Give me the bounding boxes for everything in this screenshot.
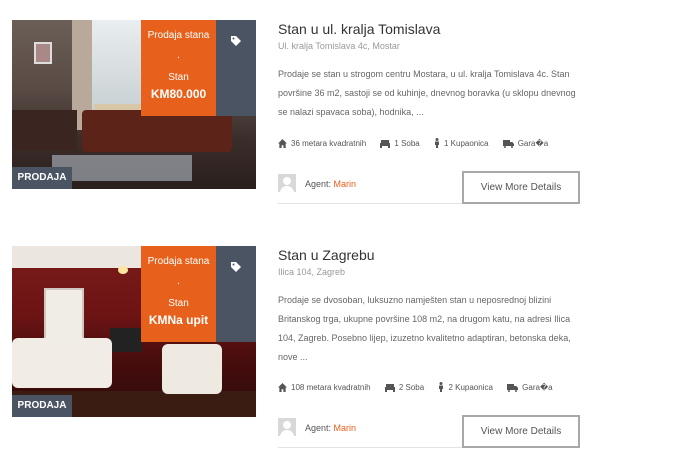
agent-name-link[interactable]: Marin [334, 423, 357, 433]
agent-label: Agent: [305, 423, 332, 433]
listing-address: Ilica 104, Zagreb [278, 267, 346, 277]
tag-icon [231, 36, 241, 46]
property-photo[interactable]: Prodaja stana . Stan KM80.000 PRODAJA [12, 20, 256, 189]
home-icon [278, 139, 287, 148]
status-badge: PRODAJA [12, 167, 72, 189]
feature-area: 108 metara kvadratnih [278, 383, 371, 392]
agent-info: Agent: Marin [305, 423, 356, 433]
bed-icon [380, 140, 391, 148]
listing-title[interactable]: Stan u Zagrebu [278, 246, 582, 264]
property-price: KMNa upit [148, 313, 209, 327]
listing-info: Stan u Zagrebu Ilica 104, Zagreb Prodaje… [278, 246, 582, 448]
feature-rooms: 1 Soba [380, 139, 420, 148]
features-row: 36 metara kvadratnih 1 Soba 1 Kupaonica … [278, 138, 560, 148]
property-photo[interactable]: Prodaja stana . Stan KMNa upit PRODAJA [12, 246, 256, 417]
agent-name-link[interactable]: Marin [334, 179, 357, 189]
feature-area-label: 36 metara kvadratnih [291, 139, 367, 148]
listing-type: Prodaja stana [147, 30, 210, 41]
agent-row: Agent: Marin View More Details [278, 171, 580, 204]
feature-garage: Gara�a [502, 139, 549, 148]
property-price: KM80.000 [150, 87, 207, 101]
feature-baths: 1 Kupaonica [434, 138, 488, 148]
feature-garage-label: Gara�a [522, 383, 553, 392]
feature-rooms: 2 Soba [384, 383, 425, 392]
truck-icon [507, 384, 519, 392]
ribbon-separator: . [177, 50, 180, 61]
tag-icon [231, 262, 241, 272]
tag-button[interactable] [216, 20, 256, 116]
property-category: Stan [168, 72, 189, 83]
tag-button[interactable] [216, 246, 256, 342]
feature-baths-label: 2 Kupaonica [448, 383, 493, 392]
home-icon [278, 383, 287, 392]
avatar [278, 418, 296, 436]
feature-baths-label: 1 Kupaonica [443, 139, 489, 148]
person-icon [434, 138, 439, 148]
features-row: 108 metara kvadratnih 2 Soba 2 Kupaonica… [278, 382, 565, 392]
listing-address: Ul. kralja Tomislava 4c, Mostar [278, 41, 400, 51]
view-more-details-button[interactable]: View More Details [462, 171, 580, 204]
price-ribbon: Prodaja stana . Stan KMNa upit [141, 246, 216, 342]
feature-baths: 2 Kupaonica [438, 382, 493, 392]
person-icon [439, 382, 444, 392]
agent-label: Agent: [305, 179, 332, 189]
feature-garage: Gara�a [507, 383, 553, 392]
feature-rooms-label: 1 Soba [394, 139, 420, 148]
price-ribbon: Prodaja stana . Stan KM80.000 [141, 20, 216, 116]
listing-description: Prodaje se stan u strogom centru Mostara… [278, 69, 576, 117]
truck-icon [502, 140, 514, 148]
avatar [278, 174, 296, 192]
ribbon-separator: . [177, 276, 180, 287]
listing-description: Prodaje se dvosoban, luksuzno namješten … [278, 295, 571, 362]
view-more-details-button[interactable]: View More Details [462, 415, 580, 448]
agent-row: Agent: Marin View More Details [278, 415, 580, 448]
feature-garage-label: Gara�a [517, 139, 549, 148]
feature-rooms-label: 2 Soba [398, 383, 425, 392]
feature-area-label: 108 metara kvadratnih [291, 383, 371, 392]
bed-icon [384, 384, 395, 392]
agent-info: Agent: Marin [305, 179, 356, 189]
feature-area: 36 metara kvadratnih [278, 139, 366, 148]
listing-info: Stan u ul. kralja Tomislava Ul. kralja T… [278, 20, 582, 204]
listing-type: Prodaja stana [147, 256, 210, 267]
status-badge: PRODAJA [12, 395, 72, 417]
listing-title[interactable]: Stan u ul. kralja Tomislava [278, 20, 582, 38]
property-category: Stan [168, 298, 189, 309]
